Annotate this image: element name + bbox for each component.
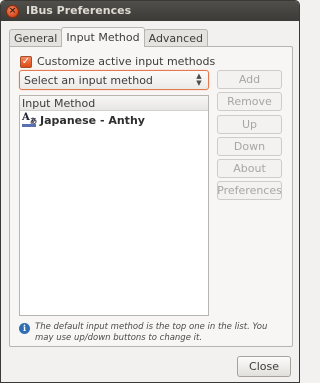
customize-label[interactable]: Customize active input methods [37, 55, 215, 68]
window-close-icon[interactable]: × [6, 5, 19, 18]
tab-advanced[interactable]: Advanced [143, 29, 208, 47]
close-button[interactable]: Close [237, 356, 291, 377]
customize-row[interactable]: ✓ Customize active input methods [20, 55, 215, 68]
info-note: i The default input method is the top on… [19, 322, 285, 344]
input-method-list[interactable]: Input Method A あ Japanese - Anthy [19, 95, 209, 316]
add-button[interactable]: Add [217, 70, 282, 89]
window-title: IBus Preferences [26, 4, 132, 17]
tab-panel-input-method: ✓ Customize active input methods Select … [9, 46, 293, 347]
tab-bar: General Input Method Advanced [9, 27, 208, 47]
info-icon: i [19, 323, 30, 334]
chevron-updown-icon: ▲ ▼ [196, 72, 202, 87]
preferences-button[interactable]: Preferences [217, 181, 282, 200]
info-text: The default input method is the top one … [35, 322, 268, 343]
tab-input-method[interactable]: Input Method [61, 27, 145, 47]
list-item-label: Japanese - Anthy [40, 113, 145, 127]
input-method-select-value: Select an input method [24, 73, 153, 87]
about-button[interactable]: About [217, 159, 282, 178]
tab-general[interactable]: General [9, 29, 63, 47]
titlebar: × IBus Preferences [1, 1, 299, 21]
ibus-preferences-window: × IBus Preferences General Input Method … [0, 0, 300, 383]
down-button[interactable]: Down [217, 137, 282, 156]
up-button[interactable]: Up [217, 115, 282, 134]
list-header-input-method[interactable]: Input Method [20, 96, 208, 111]
anthy-icon: A あ [22, 112, 37, 127]
list-item[interactable]: A あ Japanese - Anthy [20, 111, 208, 129]
input-method-select[interactable]: Select an input method ▲ ▼ [19, 70, 209, 90]
remove-button[interactable]: Remove [217, 92, 282, 111]
customize-checkbox[interactable]: ✓ [20, 55, 32, 68]
